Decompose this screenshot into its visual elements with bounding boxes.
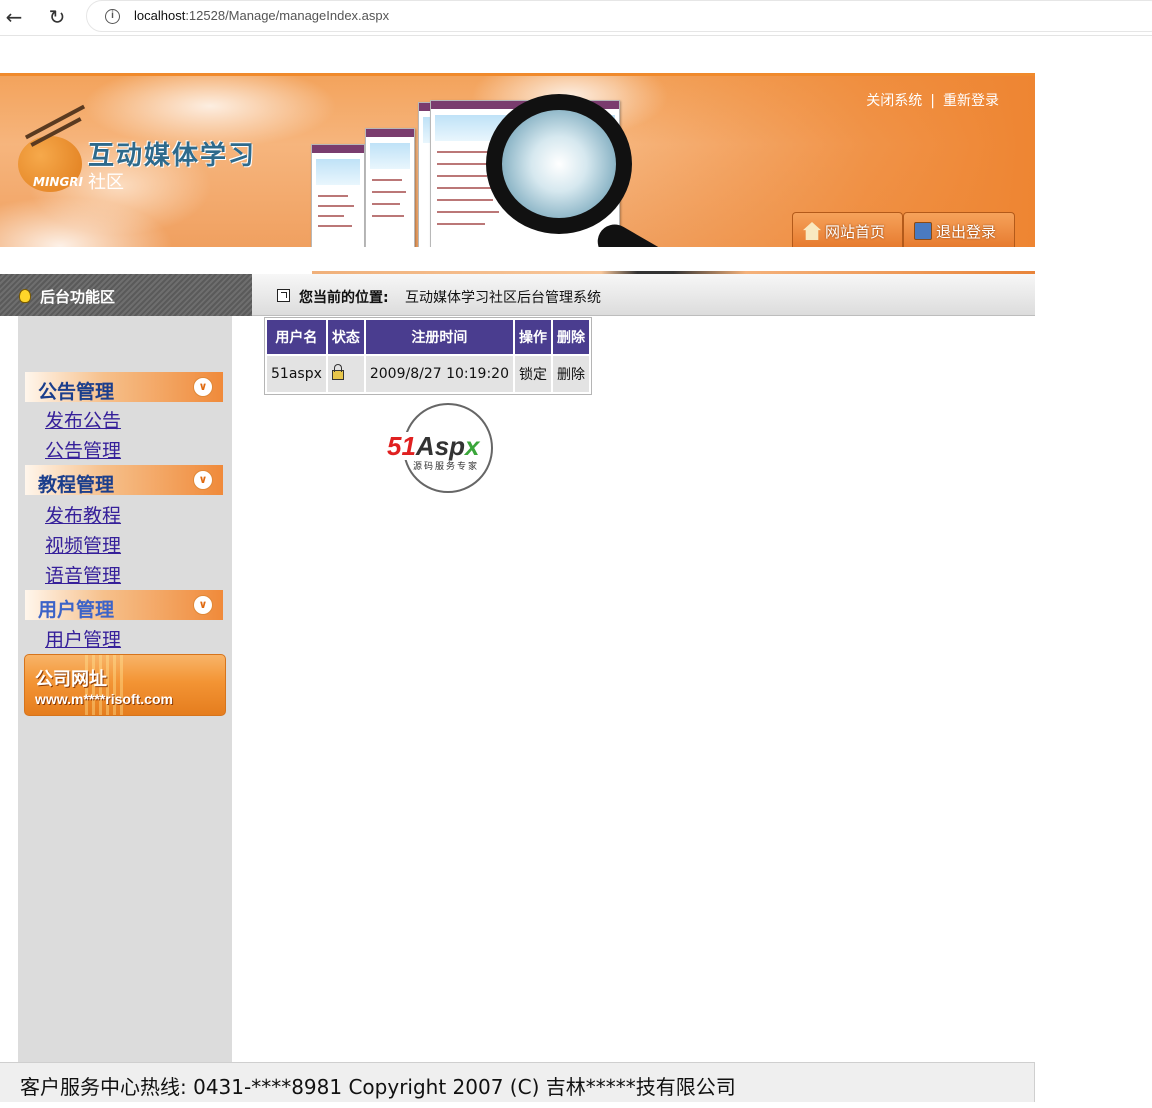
site-info-icon[interactable]: i (105, 9, 120, 24)
sidebar-link-notice-manage[interactable]: 公告管理 (45, 436, 121, 463)
chevron-down-icon[interactable]: ∨ (193, 470, 213, 490)
url-path: :12528/Manage/manageIndex.aspx (185, 8, 390, 23)
site-subtitle: 社区 (88, 172, 124, 193)
cell-registered: 2009/8/27 10:19:20 (365, 356, 513, 392)
exit-icon (914, 222, 932, 240)
header-banner: MINGRI 互动媒体学习 社区 关闭系统 | 重新登录 网站首页 退出登录 (0, 73, 1035, 247)
sidebar-link-publish-tutorial[interactable]: 发布教程 (45, 501, 121, 528)
link-separator: | (930, 93, 935, 109)
home-icon (803, 222, 821, 240)
column-header-delete: 删除 (552, 320, 589, 354)
logout-button[interactable]: 退出登录 (903, 212, 1015, 247)
location-label: 您当前的位置: (299, 290, 389, 306)
menu-group-notice[interactable]: 公告管理 ∨ (25, 372, 223, 403)
cell-status (327, 356, 364, 392)
sidebar-link-video-manage[interactable]: 视频管理 (45, 531, 121, 558)
browser-toolbar: ← ↻ i localhost:12528/Manage/manageIndex… (0, 0, 1152, 36)
watermark-logo: 51Aspx (387, 432, 480, 460)
close-system-link[interactable]: 关闭系统 (866, 93, 922, 109)
menu-group-title: 用户管理 (38, 599, 115, 621)
chevron-down-icon[interactable]: ∨ (193, 377, 213, 397)
lock-user-link[interactable]: 锁定 (514, 356, 551, 392)
site-title: 互动媒体学习 (88, 141, 257, 171)
menu-group-users[interactable]: 用户管理 ∨ (25, 590, 223, 621)
top-links: 关闭系统 | 重新登录 (866, 90, 999, 110)
column-header-registered: 注册时间 (365, 320, 513, 354)
function-title: 后台功能区 (40, 288, 116, 306)
sidebar-link-publish-notice[interactable]: 发布公告 (45, 406, 121, 433)
table-row: 51aspx 2009/8/27 10:19:20 锁定 删除 (267, 356, 589, 392)
back-arrow-icon[interactable]: ← (0, 3, 28, 31)
column-header-action: 操作 (514, 320, 551, 354)
home-button-label: 网站首页 (825, 223, 886, 241)
function-bar: 后台功能区 您当前的位置: 互动媒体学习社区后台管理系统 (0, 274, 1035, 316)
footer-text: 客户服务中心热线: 0431-****8981 Copyright 2007 (… (20, 1075, 736, 1099)
sidebar-link-audio-manage[interactable]: 语音管理 (45, 561, 121, 588)
function-title-bg (0, 274, 252, 316)
menu-group-tutorial[interactable]: 教程管理 ∨ (25, 465, 223, 496)
screenshot-thumbnail (365, 128, 415, 247)
location-icon (277, 289, 290, 302)
menu-group-title: 公告管理 (38, 381, 115, 403)
logo-brand: MINGRI (33, 175, 84, 189)
table-header-row: 用户名 状态 注册时间 操作 删除 (267, 320, 589, 354)
lightbulb-icon (19, 289, 31, 303)
watermark-asp: Asp (415, 431, 466, 461)
url-host: localhost (134, 8, 186, 23)
footer: 客户服务中心热线: 0431-****8981 Copyright 2007 (… (0, 1062, 1035, 1102)
address-bar[interactable]: i localhost:12528/Manage/manageIndex.asp… (86, 0, 1152, 32)
company-url: www.m****risoft.com (35, 691, 173, 707)
cell-username: 51aspx (267, 356, 326, 392)
watermark-51: 51 (387, 431, 416, 461)
column-header-username: 用户名 (267, 320, 326, 354)
home-button[interactable]: 网站首页 (792, 212, 903, 247)
banner-gap (0, 247, 1035, 274)
magnifier-icon (486, 94, 632, 234)
sidebar-link-user-manage[interactable]: 用户管理 (45, 625, 121, 652)
url-text[interactable]: localhost:12528/Manage/manageIndex.aspx (134, 8, 389, 23)
reload-icon[interactable]: ↻ (43, 3, 71, 31)
logout-button-label: 退出登录 (936, 223, 997, 241)
watermark-slogan: 源码服务专家 (413, 462, 480, 472)
column-header-status: 状态 (327, 320, 364, 354)
relogin-link[interactable]: 重新登录 (943, 93, 999, 109)
sidebar: 公告管理 ∨ 发布公告 公告管理 教程管理 ∨ 发布教程 视频管理 语音管理 用… (18, 316, 232, 1062)
company-website-banner[interactable]: 公司网址 www.m****risoft.com (24, 654, 226, 716)
lock-icon (331, 364, 344, 380)
menu-group-title: 教程管理 (38, 474, 115, 496)
user-table: 用户名 状态 注册时间 操作 删除 51aspx 2009/8/27 10:19… (264, 317, 592, 395)
screenshot-thumbnail (311, 144, 365, 247)
delete-user-link[interactable]: 删除 (552, 356, 589, 392)
chevron-down-icon[interactable]: ∨ (193, 595, 213, 615)
watermark-x: x (465, 431, 480, 461)
location-path: 互动媒体学习社区后台管理系统 (405, 290, 601, 306)
company-title: 公司网址 (35, 669, 107, 690)
